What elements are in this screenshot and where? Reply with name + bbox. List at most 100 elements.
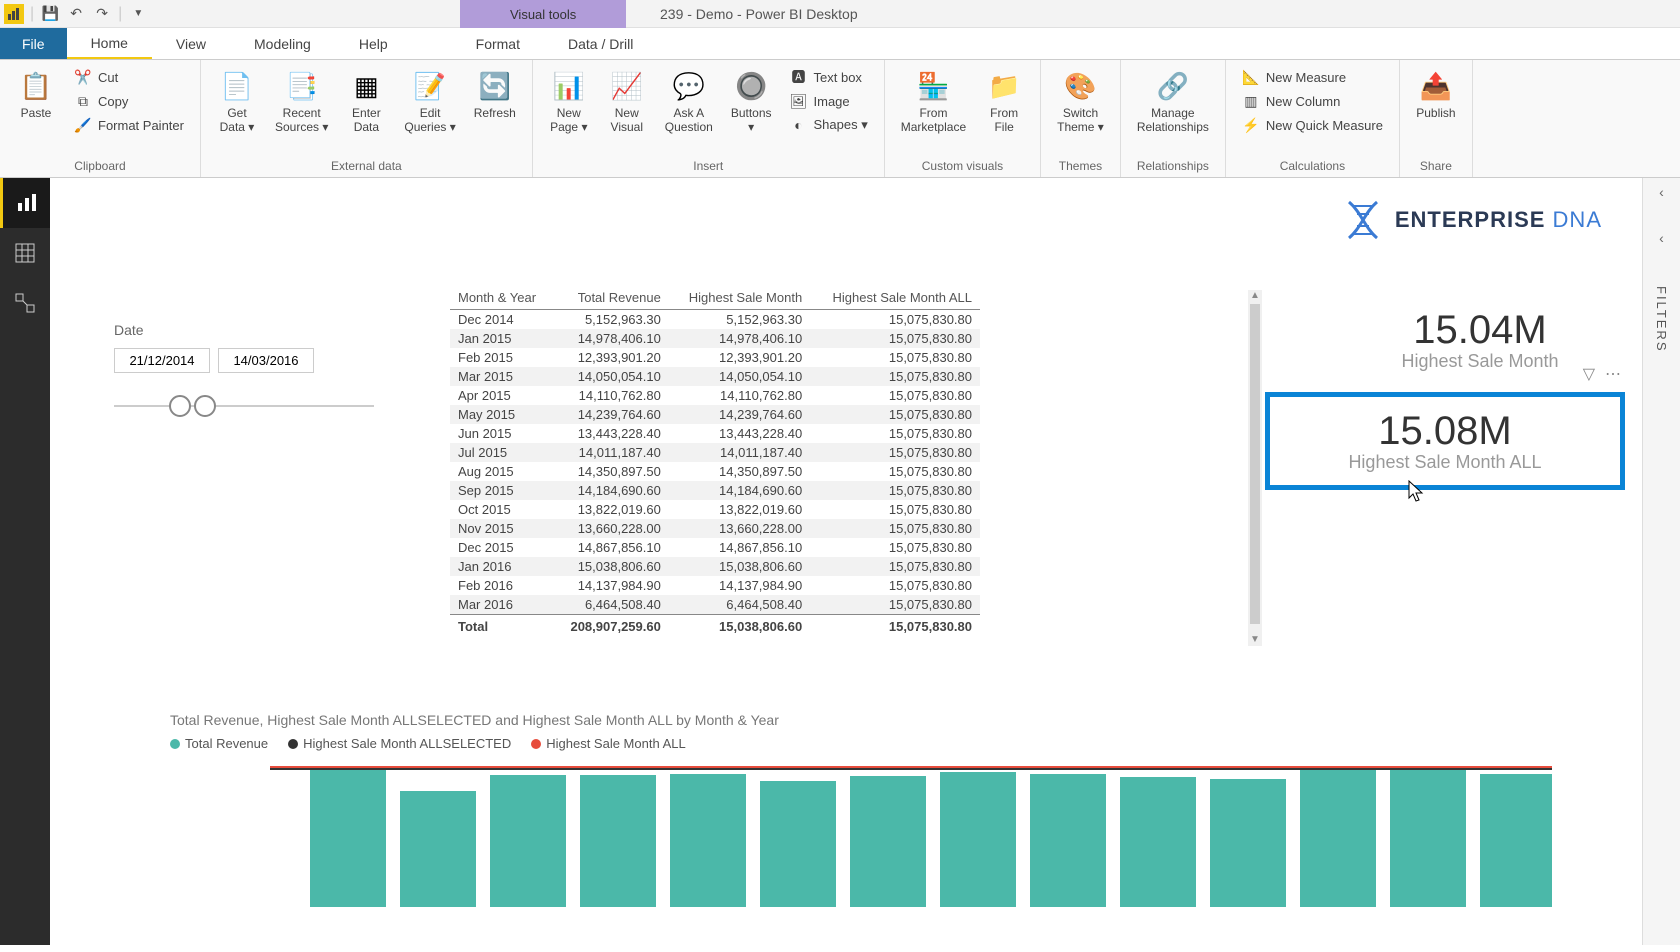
- group-label-calc: Calculations: [1234, 157, 1391, 175]
- undo-icon[interactable]: ↶: [66, 4, 86, 24]
- table-row[interactable]: Oct 201513,822,019.6013,822,019.6015,075…: [450, 500, 980, 519]
- data-table-visual[interactable]: Month & YearTotal RevenueHighest Sale Mo…: [450, 286, 1250, 664]
- table-row[interactable]: Mar 20166,464,508.406,464,508.4015,075,8…: [450, 595, 980, 615]
- table-row[interactable]: Aug 201514,350,897.5014,350,897.5015,075…: [450, 462, 980, 481]
- tab-format[interactable]: Format: [452, 28, 544, 59]
- shapes-button[interactable]: ◐Shapes ▾: [786, 114, 872, 136]
- scroll-up-icon[interactable]: ▲: [1250, 290, 1260, 302]
- reference-line-allselected: [270, 768, 1552, 770]
- app-title: 239 - Demo - Power BI Desktop: [660, 6, 858, 22]
- edit-queries-button[interactable]: 📝EditQueries ▾: [396, 64, 463, 138]
- buttons-button[interactable]: 🔘Buttons▾: [723, 64, 780, 138]
- table-row[interactable]: Feb 201614,137,984.9014,137,984.9015,075…: [450, 576, 980, 595]
- column-icon: ▥: [1242, 92, 1260, 110]
- manage-relationships-button[interactable]: 🔗ManageRelationships: [1129, 64, 1217, 138]
- menu-tabs: File Home View Modeling Help Format Data…: [0, 28, 1680, 60]
- slicer-from-input[interactable]: [114, 348, 210, 373]
- edit-queries-icon: 📝: [412, 68, 448, 104]
- group-label-share: Share: [1408, 157, 1464, 175]
- image-icon: 🖼: [790, 92, 808, 110]
- card-highest-sale-month-all[interactable]: ▽ ⋯ 15.08M Highest Sale Month ALL: [1265, 392, 1625, 490]
- chart-bar: [1210, 779, 1286, 907]
- table-row[interactable]: Mar 201514,050,054.1014,050,054.1015,075…: [450, 367, 980, 386]
- more-options-icon[interactable]: ⋯: [1605, 364, 1621, 384]
- enter-data-button[interactable]: ▦EnterData: [338, 64, 394, 138]
- scroll-down-icon[interactable]: ▼: [1250, 634, 1260, 646]
- get-data-button[interactable]: 📄GetData ▾: [209, 64, 265, 138]
- dna-icon: [1341, 198, 1385, 242]
- table-header[interactable]: Month & Year: [450, 286, 553, 310]
- filter-icon[interactable]: ▽: [1583, 364, 1595, 384]
- scroll-thumb[interactable]: [1250, 304, 1260, 624]
- table-row[interactable]: Jan 201514,978,406.1014,978,406.1015,075…: [450, 329, 980, 348]
- switch-theme-button[interactable]: 🎨SwitchTheme ▾: [1049, 64, 1112, 138]
- nav-data-view[interactable]: [0, 228, 50, 278]
- chart-bar: [1300, 768, 1376, 907]
- filters-pane-collapsed[interactable]: ‹ ‹ FILTERS: [1642, 178, 1680, 945]
- table-header[interactable]: Total Revenue: [553, 286, 669, 310]
- slicer-track[interactable]: [114, 391, 374, 421]
- nav-model-view[interactable]: [0, 278, 50, 328]
- table-header[interactable]: Highest Sale Month ALL: [810, 286, 980, 310]
- table-row[interactable]: Apr 201514,110,762.8014,110,762.8015,075…: [450, 386, 980, 405]
- recent-sources-button[interactable]: 📑RecentSources ▾: [267, 64, 336, 138]
- table-row[interactable]: Jul 201514,011,187.4014,011,187.4015,075…: [450, 443, 980, 462]
- table-row[interactable]: Nov 201513,660,228.0013,660,228.0015,075…: [450, 519, 980, 538]
- table-row[interactable]: Dec 201514,867,856.1014,867,856.1015,075…: [450, 538, 980, 557]
- table-row[interactable]: Sep 201514,184,690.6014,184,690.6015,075…: [450, 481, 980, 500]
- table-row[interactable]: Feb 201512,393,901.2012,393,901.2015,075…: [450, 348, 980, 367]
- tab-data-drill[interactable]: Data / Drill: [544, 28, 657, 59]
- enter-data-icon: ▦: [348, 68, 384, 104]
- new-measure-button[interactable]: 📐New Measure: [1238, 66, 1387, 88]
- new-page-button[interactable]: 📊NewPage ▾: [541, 64, 597, 138]
- combo-chart-visual[interactable]: Total Revenue, Highest Sale Month ALLSEL…: [170, 712, 1592, 952]
- paste-button[interactable]: 📋 Paste: [8, 64, 64, 124]
- date-slicer[interactable]: Date: [114, 322, 374, 421]
- card-highest-sale-month[interactable]: 15.04M Highest Sale Month: [1330, 308, 1630, 372]
- nav-report-view[interactable]: [0, 178, 50, 228]
- ask-question-button[interactable]: 💬Ask AQuestion: [657, 64, 721, 138]
- tab-modeling[interactable]: Modeling: [230, 28, 335, 59]
- report-canvas[interactable]: ENTERPRISE DNA Date Month & YearTotal Re…: [50, 178, 1642, 945]
- tab-file[interactable]: File: [0, 28, 67, 59]
- chart-bar: [1030, 774, 1106, 907]
- card-value: 15.08M: [1310, 409, 1580, 454]
- from-file-button[interactable]: 📁FromFile: [976, 64, 1032, 138]
- table-row[interactable]: Jun 201513,443,228.4013,443,228.4015,075…: [450, 424, 980, 443]
- chevron-left-icon-2: ‹: [1659, 230, 1664, 246]
- table-row[interactable]: Dec 20145,152,963.305,152,963.3015,075,8…: [450, 310, 980, 330]
- new-column-button[interactable]: ▥New Column: [1238, 90, 1387, 112]
- table-total-cell: 15,075,830.80: [810, 615, 980, 637]
- save-icon[interactable]: 💾: [40, 4, 60, 24]
- refresh-button[interactable]: 🔄Refresh: [466, 64, 524, 124]
- tab-view[interactable]: View: [152, 28, 230, 59]
- copy-button[interactable]: ⧉Copy: [70, 90, 188, 112]
- from-marketplace-button[interactable]: 🏪FromMarketplace: [893, 64, 974, 138]
- chart-bar: [400, 791, 476, 907]
- legend-dot-icon: [288, 739, 298, 749]
- cut-button[interactable]: ✂️Cut: [70, 66, 188, 88]
- redo-icon[interactable]: ↷: [92, 4, 112, 24]
- table-row[interactable]: Jan 201615,038,806.6015,038,806.6015,075…: [450, 557, 980, 576]
- slicer-to-input[interactable]: [218, 348, 314, 373]
- table-scrollbar[interactable]: ▲ ▼: [1248, 290, 1262, 646]
- qat-dropdown-icon[interactable]: ▼: [128, 4, 148, 24]
- format-painter-button[interactable]: 🖌️Format Painter: [70, 114, 188, 136]
- slicer-handle-start[interactable]: [169, 395, 191, 417]
- publish-button[interactable]: 📤Publish: [1408, 64, 1464, 124]
- image-button[interactable]: 🖼Image: [786, 90, 872, 112]
- legend-dot-icon: [531, 739, 541, 749]
- chart-bar: [1390, 766, 1466, 907]
- new-visual-button[interactable]: 📈NewVisual: [599, 64, 655, 138]
- table-row[interactable]: May 201514,239,764.6014,239,764.6015,075…: [450, 405, 980, 424]
- tab-home[interactable]: Home: [67, 28, 152, 59]
- new-quick-measure-button[interactable]: ⚡New Quick Measure: [1238, 114, 1387, 136]
- card-label: Highest Sale Month ALL: [1310, 452, 1580, 473]
- tab-help[interactable]: Help: [335, 28, 412, 59]
- textbox-button[interactable]: 🅰Text box: [786, 66, 872, 88]
- table-header[interactable]: Highest Sale Month: [669, 286, 810, 310]
- chart-bar: [1120, 777, 1196, 907]
- chart-bar: [760, 781, 836, 907]
- group-label-insert: Insert: [541, 157, 876, 175]
- slicer-handle-end[interactable]: [194, 395, 216, 417]
